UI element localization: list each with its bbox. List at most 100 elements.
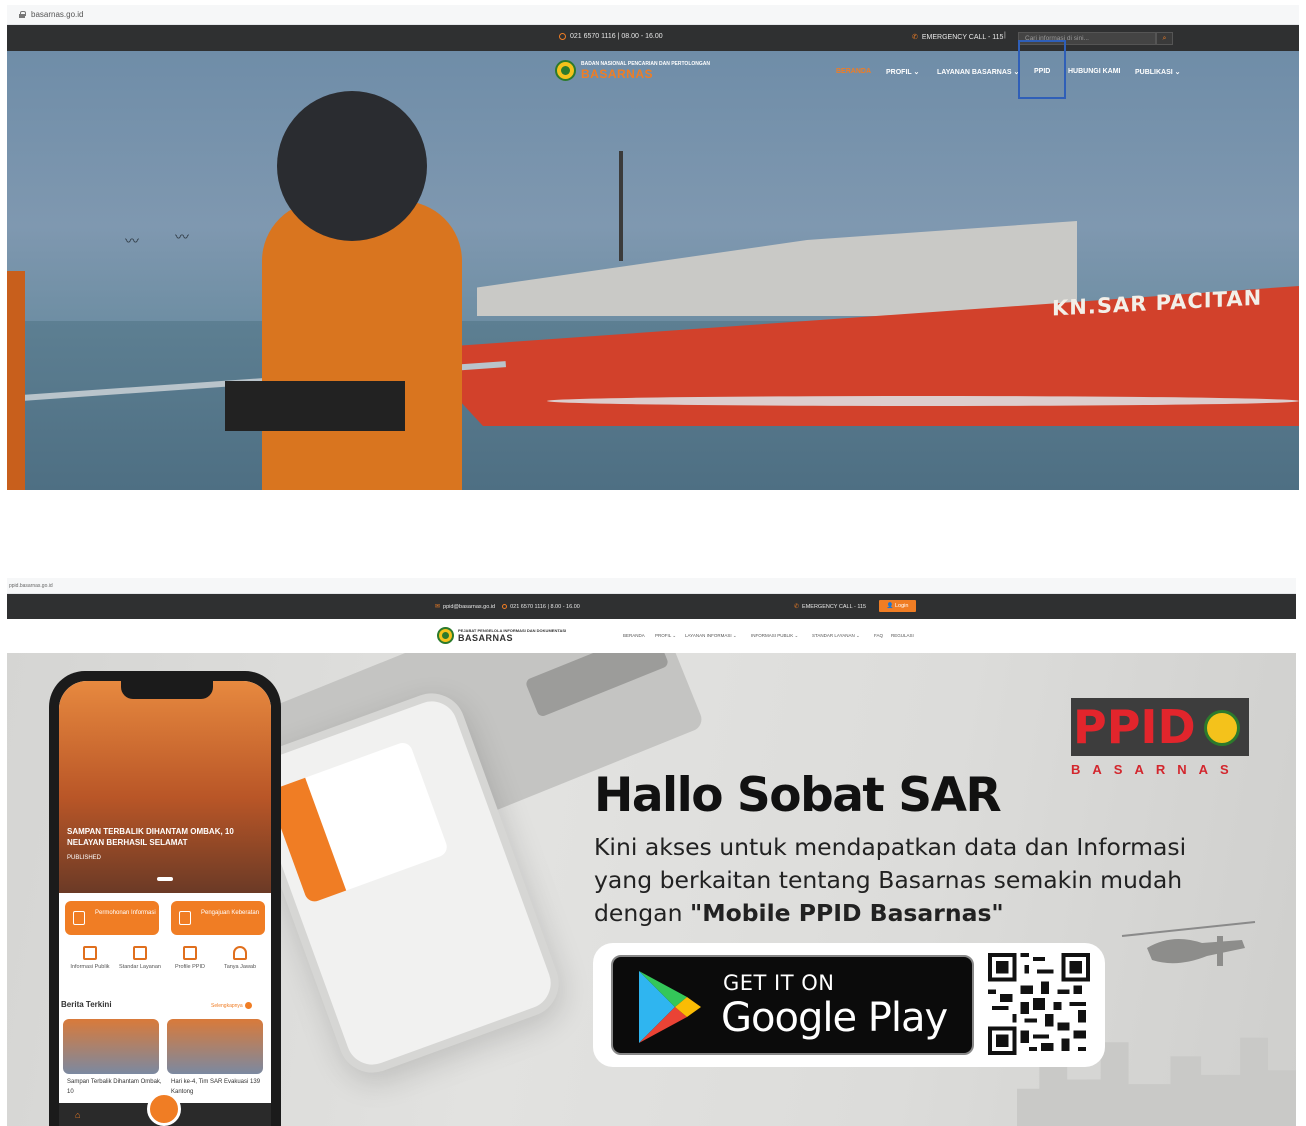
phone-icon: ✆ <box>912 34 918 41</box>
basarnas-emblem-icon <box>555 60 576 81</box>
nav-beranda[interactable]: BERANDA <box>836 68 871 75</box>
email-text[interactable]: ppid@basarnas.go.id <box>443 604 495 610</box>
ppid-logo: PPID BASARNAS <box>1071 698 1249 780</box>
google-play-button[interactable]: GET IT ON Google Play <box>611 955 974 1055</box>
phone-icon: ✆ <box>794 604 800 610</box>
nav-layanan-basarnas[interactable]: LAYANAN BASARNAS ⌄ <box>937 68 1019 76</box>
ppid-logo-subtitle: BASARNAS <box>1071 762 1241 777</box>
menu-label: Profile PPID <box>175 964 205 970</box>
bird-icon: 〰 <box>125 233 139 249</box>
logo-title: BASARNAS <box>581 66 654 81</box>
nav-hubungi-kami[interactable]: HUBUNGI KAMI <box>1068 68 1121 75</box>
banner-line-2: yang berkaitan tentang Basarnas semakin … <box>594 866 1183 894</box>
rescuer-jacket <box>262 201 462 490</box>
news-see-more[interactable]: Selengkapnya <box>211 1002 252 1009</box>
home-icon[interactable]: ⌂ <box>75 1110 80 1120</box>
news-card-image[interactable] <box>167 1019 263 1074</box>
logo-title: BASARNAS <box>458 633 514 643</box>
carousel-dots <box>157 877 173 881</box>
document-icon <box>179 911 191 925</box>
newspaper-icon <box>83 946 97 960</box>
document-icon <box>73 911 85 925</box>
nav-publikasi[interactable]: PUBLIKASI ⌄ <box>1135 68 1181 76</box>
list-icon <box>133 946 147 960</box>
ppid-homepage-screenshot: ppid.basarnas.go.id ✉ ppid@basarnas.go.i… <box>7 578 1296 1126</box>
hero-banner: KN.SAR PACITAN 〰 〰 BADAN NASIONAL PENCAR… <box>7 51 1299 490</box>
nav-faq[interactable]: FAQ <box>874 633 883 638</box>
top-info-bar: 021 6570 1116 | 08.00 - 16.00 ✆ EMERGENC… <box>7 25 1299 51</box>
mobile-app-banner: SAMPAN TERBALIK DIHANTAM OMBAK, 10 NELAY… <box>7 653 1296 1126</box>
app-button-label: Permohonan Informasi <box>95 910 156 916</box>
address-bar[interactable]: basarnas.go.id <box>7 5 1299 25</box>
emergency-call-text: EMERGENCY CALL - 115 <box>802 603 867 610</box>
basarnas-seal-icon <box>1204 710 1240 746</box>
banner-line-1: Kini akses untuk mendapatkan data dan In… <box>594 833 1187 861</box>
emergency-call-text: EMERGENCY CALL - 115 <box>921 33 1004 41</box>
nav-profil[interactable]: PROFIL ⌄ <box>655 633 676 639</box>
address-bar[interactable]: ppid.basarnas.go.id <box>7 578 1296 594</box>
arrow-icon <box>244 1002 252 1009</box>
helicopter-icon <box>1121 921 1256 966</box>
phone-mockup-front: SAMPAN TERBALIK DIHANTAM OMBAK, 10 NELAY… <box>49 671 281 1126</box>
news-card-image[interactable] <box>63 1019 159 1074</box>
app-menu-standar-layanan[interactable]: Standar Layanan <box>117 946 163 971</box>
nav-beranda[interactable]: BERANDA <box>623 633 645 638</box>
nav-informasi-publik[interactable]: INFORMASI PUBLIK ⌄ <box>751 633 798 639</box>
basarnas-emblem-icon <box>437 627 454 644</box>
app-button-pengajuan[interactable]: Pengajuan Keberatan <box>171 901 265 935</box>
main-header: PEJABAT PENGELOLA INFORMASI DAN DOKUMENT… <box>7 619 1296 653</box>
google-play-top-text: GET IT ON <box>723 971 835 995</box>
phone-screen: SAMPAN TERBALIK DIHANTAM OMBAK, 10 NELAY… <box>59 681 271 1126</box>
top-info-bar: ✉ ppid@basarnas.go.id 021 6570 1116 | 8.… <box>7 594 1296 619</box>
banner-description: Kini akses untuk mendapatkan data dan In… <box>594 831 1194 930</box>
ship-mast <box>619 151 623 261</box>
office-hours-text: 021 6570 1116 | 08.00 - 16.00 <box>570 33 663 40</box>
ppid-logo-text: PPID <box>1073 700 1196 754</box>
search-button[interactable]: ⌕ <box>1156 32 1173 45</box>
lock-icon <box>19 11 26 18</box>
nav-layanan-informasi[interactable]: LAYANAN INFORMASI ⌄ <box>685 633 737 639</box>
qr-code <box>988 953 1090 1055</box>
app-menu-tanya-jawab[interactable]: Tanya Jawab <box>217 946 263 971</box>
app-center-button[interactable] <box>147 1092 181 1126</box>
login-label: Login <box>894 603 909 609</box>
menu-label: Tanya Jawab <box>223 964 257 970</box>
news-caption[interactable]: Sampan Terbalik Dihantam Ombak, 10 <box>67 1077 163 1097</box>
contact-info: ✉ ppid@basarnas.go.id 021 6570 1116 | 8.… <box>435 603 580 611</box>
office-hours-text: 021 6570 1116 | 8.00 - 16.00 <box>510 603 580 610</box>
nav-standar-layanan[interactable]: STANDAR LAYANAN ⌄ <box>812 633 860 639</box>
app-hero-meta: PUBLISHED <box>67 855 102 861</box>
user-icon: 👤 <box>886 603 895 609</box>
site-logo[interactable]: PEJABAT PENGELOLA INFORMASI DAN DOKUMENT… <box>437 627 566 644</box>
mail-icon: ✉ <box>435 604 441 610</box>
store-panel: GET IT ON Google Play <box>593 943 1105 1067</box>
url-text: basarnas.go.id <box>31 10 84 19</box>
bird-icon: 〰 <box>175 229 189 245</box>
app-hero-image <box>59 681 271 893</box>
app-menu-profile-ppid[interactable]: Profile PPID <box>167 946 213 971</box>
app-button-permohonan[interactable]: Permohonan Informasi <box>65 901 159 935</box>
nav-regulasi[interactable]: REGULASI <box>891 633 914 638</box>
site-logo[interactable]: BADAN NASIONAL PENCARIAN DAN PERTOLONGAN… <box>555 60 710 81</box>
ship-wake <box>547 396 1299 406</box>
emergency-call[interactable]: ✆ EMERGENCY CALL - 115 <box>794 603 867 611</box>
rescuer-strap <box>225 381 405 431</box>
clock-icon <box>559 33 566 40</box>
separator: | <box>1004 32 1006 39</box>
nav-profil[interactable]: PROFIL ⌄ <box>886 68 919 76</box>
url-text: ppid.basarnas.go.id <box>9 583 53 589</box>
menu-label: Standar Layanan <box>119 964 161 970</box>
basarnas-homepage-screenshot: basarnas.go.id 021 6570 1116 | 08.00 - 1… <box>7 5 1299 490</box>
emergency-call[interactable]: ✆ EMERGENCY CALL - 115 <box>912 33 1004 42</box>
ship-superstructure <box>477 221 1077 316</box>
profile-icon <box>183 946 197 960</box>
phone-notch <box>121 681 213 699</box>
app-hero-title: SAMPAN TERBALIK DIHANTAM OMBAK, 10 NELAY… <box>67 827 234 847</box>
app-menu-informasi-publik[interactable]: Informasi Publik <box>67 946 113 971</box>
ppid-highlight-box <box>1018 40 1066 99</box>
see-more-label: Selengkapnya <box>211 1002 243 1009</box>
login-button[interactable]: 👤 Login <box>879 600 916 612</box>
news-caption[interactable]: Hari ke-4, Tim SAR Evakuasi 139 Kantong <box>171 1077 267 1097</box>
menu-label: Informasi Publik <box>70 964 110 970</box>
search-icon: ⌕ <box>1162 35 1167 42</box>
